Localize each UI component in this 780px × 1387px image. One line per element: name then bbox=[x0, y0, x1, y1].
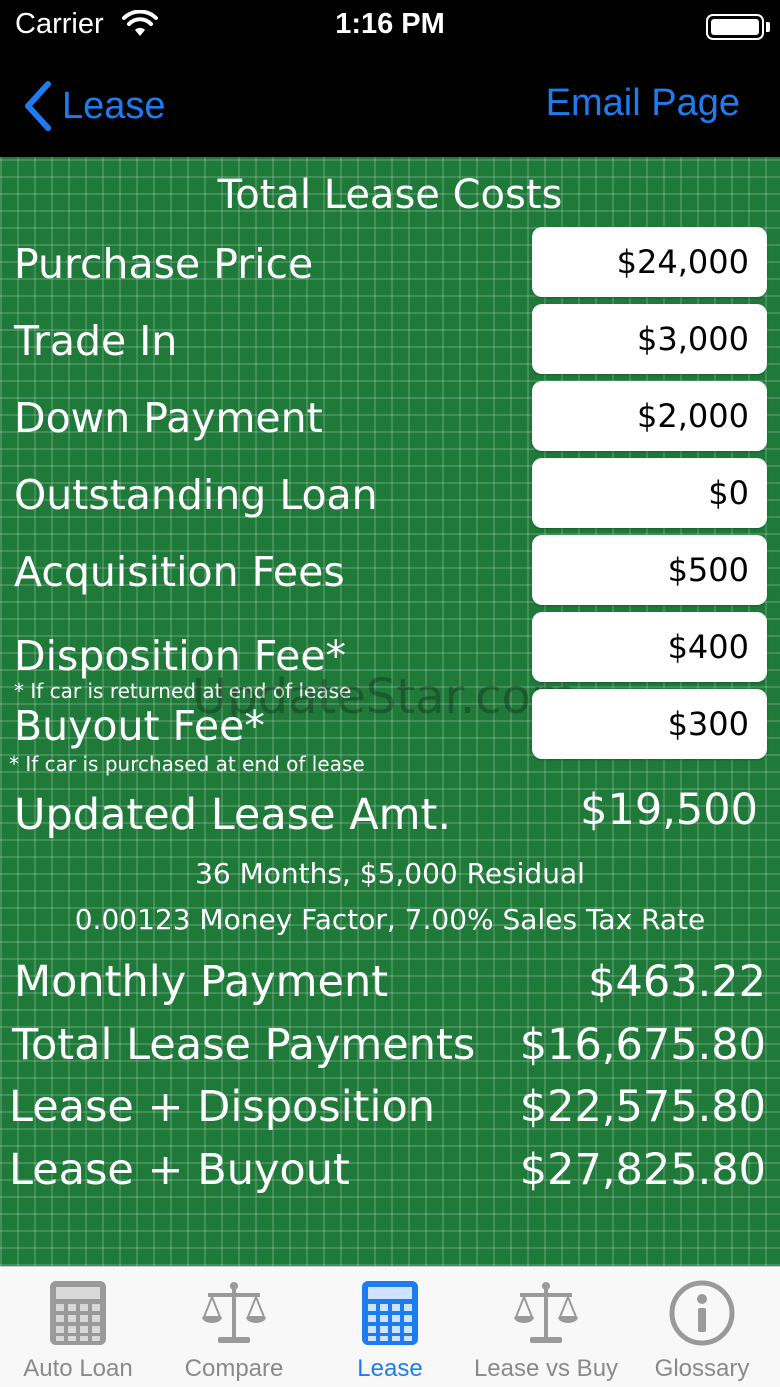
acquisition-fees-label: Acquisition Fees bbox=[14, 548, 345, 596]
down-payment-label: Down Payment bbox=[14, 394, 323, 442]
outstanding-loan-field[interactable]: $0 bbox=[532, 458, 767, 528]
down-payment-field[interactable]: $2,000 bbox=[532, 381, 767, 451]
tab-glossary[interactable]: Glossary bbox=[624, 1267, 780, 1387]
tab-bar: Auto Loan Compare Lease Lease vs Buy Glo… bbox=[0, 1266, 780, 1387]
lease-plus-disposition-value: $22,575.80 bbox=[519, 1082, 766, 1132]
trade-in-field[interactable]: $3,000 bbox=[532, 304, 767, 374]
lease-terms-line-2: 0.00123 Money Factor, 7.00% Sales Tax Ra… bbox=[74, 903, 706, 936]
updated-lease-value: $19,500 bbox=[580, 785, 758, 835]
trade-in-label: Trade In bbox=[14, 317, 178, 365]
purchase-price-label: Purchase Price bbox=[14, 240, 314, 288]
tab-label: Compare bbox=[184, 1355, 284, 1382]
buyout-fee-note: * If car is purchased at end of lease bbox=[9, 752, 365, 776]
navigation-bar: Lease Email Page bbox=[0, 56, 780, 157]
monthly-payment-label: Monthly Payment bbox=[14, 957, 389, 1007]
buyout-fee-field[interactable]: $300 bbox=[532, 689, 767, 759]
purchase-price-field[interactable]: $24,000 bbox=[532, 227, 767, 297]
tab-compare[interactable]: Compare bbox=[156, 1267, 312, 1387]
battery-icon bbox=[706, 14, 764, 40]
back-button[interactable]: Lease bbox=[18, 78, 166, 134]
tab-auto-loan[interactable]: Auto Loan bbox=[0, 1267, 156, 1387]
total-lease-payments-label: Total Lease Payments bbox=[12, 1020, 476, 1070]
chevron-left-icon bbox=[25, 81, 51, 131]
lease-plus-buyout-value: $27,825.80 bbox=[519, 1145, 766, 1195]
acquisition-fees-field[interactable]: $500 bbox=[532, 535, 767, 605]
lease-terms-line-1: 36 Months, $5,000 Residual bbox=[195, 857, 585, 890]
scales-icon bbox=[514, 1282, 578, 1343]
email-page-button[interactable]: Email Page bbox=[546, 82, 740, 125]
monthly-payment-value: $463.22 bbox=[588, 957, 766, 1007]
clock: 1:16 PM bbox=[335, 8, 445, 40]
calculator-icon bbox=[50, 1281, 106, 1345]
tab-lease[interactable]: Lease bbox=[312, 1267, 468, 1387]
buyout-fee-label: Buyout Fee* bbox=[14, 702, 265, 750]
tab-label: Glossary bbox=[654, 1355, 750, 1382]
lease-costs-panel: Total Lease Costs Purchase Price $24,000… bbox=[0, 157, 780, 1266]
section-title: Total Lease Costs bbox=[217, 172, 563, 218]
tab-lease-vs-buy[interactable]: Lease vs Buy bbox=[468, 1267, 624, 1387]
status-bar: Carrier 1:16 PM bbox=[0, 0, 780, 56]
scales-icon bbox=[202, 1282, 266, 1343]
back-label: Lease bbox=[62, 84, 166, 127]
lease-plus-buyout-label: Lease + Buyout bbox=[9, 1145, 350, 1195]
lease-plus-disposition-label: Lease + Disposition bbox=[9, 1082, 436, 1132]
outstanding-loan-label: Outstanding Loan bbox=[14, 471, 378, 519]
tab-label: Auto Loan bbox=[23, 1355, 133, 1382]
info-icon bbox=[669, 1280, 735, 1346]
tab-label: Lease vs Buy bbox=[473, 1355, 619, 1382]
updated-lease-label: Updated Lease Amt. bbox=[14, 790, 452, 840]
total-lease-payments-value: $16,675.80 bbox=[519, 1020, 766, 1070]
tab-label: Lease bbox=[357, 1355, 423, 1382]
battery-tip bbox=[766, 22, 770, 32]
calculator-icon bbox=[362, 1281, 418, 1345]
